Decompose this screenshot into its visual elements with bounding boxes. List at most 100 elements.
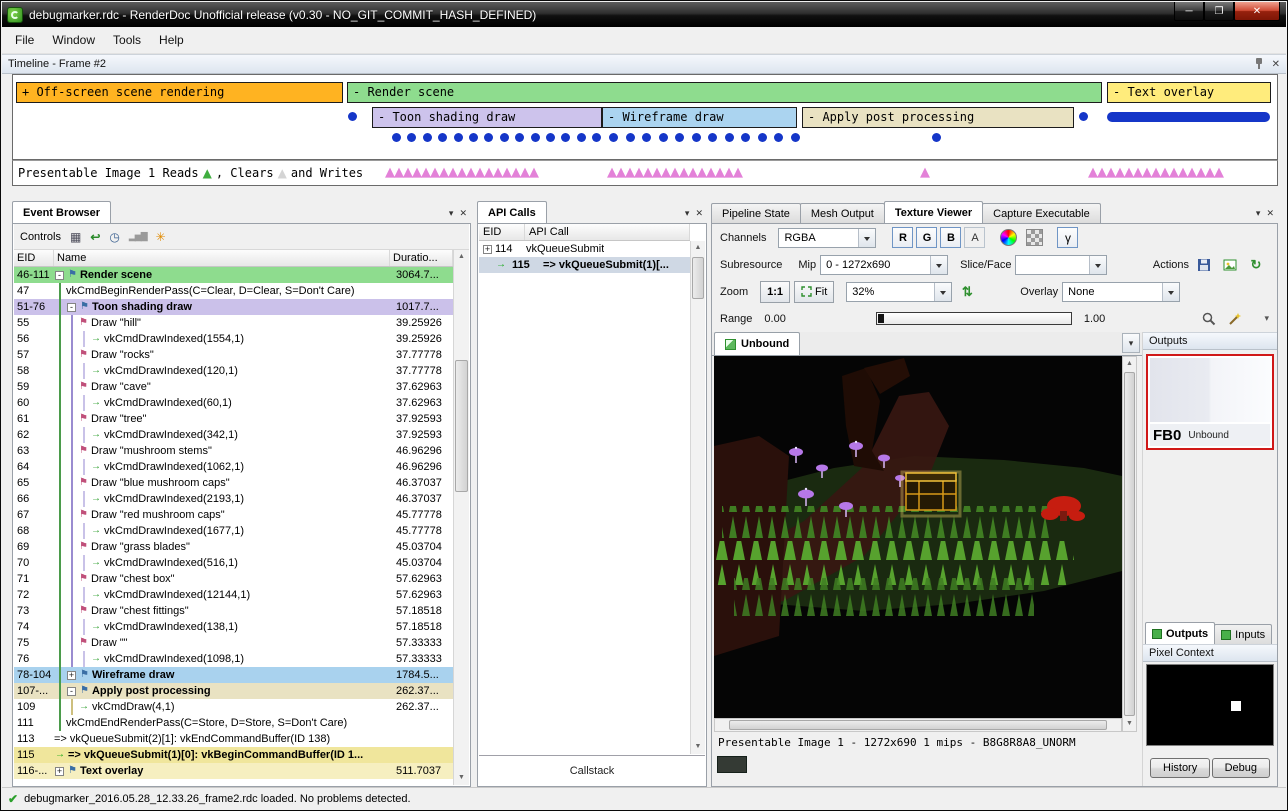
texture-tab-unbound[interactable]: Unbound — [714, 332, 800, 355]
column-eid[interactable]: EID — [479, 224, 525, 240]
channel-r-button[interactable]: R — [892, 227, 913, 248]
event-dot[interactable] — [577, 133, 586, 142]
output-thumbnail-fb0[interactable]: FB0 Unbound — [1146, 354, 1274, 450]
tab-outputs[interactable]: Outputs — [1145, 622, 1215, 644]
event-dot[interactable] — [741, 133, 750, 142]
panel-menu-chevron-icon[interactable]: ▾ — [449, 208, 454, 219]
bookmark-icon[interactable]: ✳ — [156, 230, 166, 244]
scroll-thumb[interactable] — [1124, 372, 1135, 716]
menu-item-help[interactable]: Help — [150, 29, 193, 51]
tab-inputs[interactable]: Inputs — [1214, 624, 1272, 644]
duration-stats-icon[interactable]: ▂▅▇ — [129, 231, 147, 242]
pixel-context-canvas[interactable] — [1146, 664, 1274, 746]
columns-icon[interactable]: ▦ — [70, 230, 81, 244]
debug-button[interactable]: Debug — [1212, 758, 1270, 778]
event-dot[interactable] — [454, 133, 463, 142]
mip-dropdown[interactable]: 0 - 1272x690 — [820, 255, 948, 275]
event-dot[interactable] — [1079, 112, 1088, 121]
table-row[interactable]: +114vkQueueSubmit — [479, 241, 690, 257]
table-row[interactable]: 57⚑Draw "rocks"37.77778 — [14, 347, 453, 363]
column-duration[interactable]: Duratio... — [390, 250, 453, 266]
table-row[interactable]: 73⚑Draw "chest fittings"57.18518 — [14, 603, 453, 619]
scroll-up-icon[interactable]: ▲ — [454, 250, 469, 264]
table-row[interactable]: 78-104+⚑Wireframe draw1784.5... — [14, 667, 453, 683]
event-dot[interactable] — [469, 133, 478, 142]
scroll-down-icon[interactable]: ▼ — [1123, 717, 1136, 731]
scroll-thumb[interactable] — [692, 257, 704, 299]
event-table-header[interactable]: EID Name Duratio... — [14, 250, 453, 267]
range-slider[interactable] — [876, 312, 1072, 325]
zoom-percent-combo[interactable]: 32% — [846, 282, 952, 302]
event-dot[interactable] — [642, 133, 651, 142]
timeline-block-render-scene[interactable]: - Render scene — [347, 82, 1102, 103]
panel-close-icon[interactable]: ✕ — [695, 208, 703, 219]
titlebar[interactable]: debugmarker.rdc - RenderDoc Unofficial r… — [2, 2, 1286, 27]
event-dot[interactable] — [692, 133, 701, 142]
table-row[interactable]: 111vkCmdEndRenderPass(C=Store, D=Store, … — [14, 715, 453, 731]
table-row[interactable]: 61⚑Draw "tree"37.92593 — [14, 411, 453, 427]
event-dot[interactable] — [348, 112, 357, 121]
tab-event-browser[interactable]: Event Browser — [12, 201, 111, 223]
tree-toggle-icon[interactable]: + — [55, 767, 64, 776]
table-row[interactable]: 72→vkCmdDrawIndexed(12144,1)57.62963 — [14, 587, 453, 603]
tab-api-calls[interactable]: API Calls — [477, 201, 547, 223]
slice-face-dropdown[interactable] — [1015, 255, 1107, 275]
channel-b-button[interactable]: B — [940, 227, 961, 248]
event-dot[interactable] — [484, 133, 493, 142]
timeline-block-wireframe[interactable]: - Wireframe draw — [602, 107, 797, 128]
event-browser-scrollbar[interactable]: ▲ ▼ — [453, 250, 469, 785]
channel-g-button[interactable]: G — [916, 227, 937, 248]
table-row[interactable]: 74→vkCmdDrawIndexed(138,1)57.18518 — [14, 619, 453, 635]
column-name[interactable]: Name — [54, 250, 390, 266]
channels-dropdown[interactable]: RGBA — [778, 228, 876, 248]
tree-toggle-icon[interactable]: + — [483, 245, 492, 254]
table-row[interactable]: →115=> vkQueueSubmit(1)[... — [479, 257, 690, 273]
pin-icon[interactable] — [1254, 58, 1264, 70]
table-row[interactable]: 115→=> vkQueueSubmit(1)[0]: vkBeginComma… — [14, 747, 453, 763]
table-row[interactable]: 63⚑Draw "mushroom stems"46.96296 — [14, 443, 453, 459]
table-row[interactable]: 46-111-⚑Render scene3064.7... — [14, 267, 453, 283]
table-row[interactable]: 65⚑Draw "blue mushroom caps"46.37037 — [14, 475, 453, 491]
event-dot[interactable] — [708, 133, 717, 142]
table-row[interactable]: 64→vkCmdDrawIndexed(1062,1)46.96296 — [14, 459, 453, 475]
channel-a-button[interactable]: A — [964, 227, 985, 248]
column-eid[interactable]: EID — [14, 250, 54, 266]
maximize-button[interactable]: ❐ — [1204, 2, 1234, 21]
event-dot[interactable] — [774, 133, 783, 142]
menu-item-file[interactable]: File — [6, 29, 43, 51]
gamma-button[interactable]: γ — [1057, 227, 1078, 248]
open-texture-list-button[interactable] — [1219, 254, 1241, 276]
texture-horizontal-scrollbar[interactable] — [714, 718, 1122, 732]
timeline-block-offscreen[interactable]: + Off-screen scene rendering — [16, 82, 343, 103]
event-dot[interactable] — [561, 133, 570, 142]
tree-toggle-icon[interactable]: + — [67, 671, 76, 680]
scroll-down-icon[interactable]: ▼ — [691, 740, 705, 754]
scroll-up-icon[interactable]: ▲ — [691, 241, 705, 255]
alpha-background-icon[interactable] — [1023, 227, 1045, 249]
menu-item-window[interactable]: Window — [43, 29, 104, 51]
timeline-block-post-processing[interactable]: - Apply post processing — [802, 107, 1074, 128]
table-row[interactable]: 67⚑Draw "red mushroom caps"45.77778 — [14, 507, 453, 523]
timeline-close-icon[interactable]: ✕ — [1272, 59, 1280, 70]
event-dot[interactable] — [592, 133, 601, 142]
panel-menu-chevron-icon[interactable]: ▾ — [1256, 208, 1261, 219]
zoom-fit-button[interactable]: Fit — [794, 281, 834, 303]
overflow-chevron-icon[interactable]: ▾ — [1264, 313, 1269, 324]
event-dot[interactable] — [500, 133, 509, 142]
flip-y-button[interactable]: ⇅ — [956, 281, 978, 303]
table-row[interactable]: 109→vkCmdDraw(4,1)262.37... — [14, 699, 453, 715]
table-row[interactable]: 62→vkCmdDrawIndexed(342,1)37.92593 — [14, 427, 453, 443]
event-dot[interactable] — [438, 133, 447, 142]
event-dot[interactable] — [531, 133, 540, 142]
panel-close-icon[interactable]: ✕ — [1266, 208, 1274, 219]
tab-mesh-output[interactable]: Mesh Output — [800, 203, 885, 223]
minimize-button[interactable]: ─ — [1174, 2, 1204, 21]
table-row[interactable]: 76→vkCmdDrawIndexed(1098,1)57.33333 — [14, 651, 453, 667]
event-dot[interactable] — [675, 133, 684, 142]
event-dot[interactable] — [758, 133, 767, 142]
table-row[interactable]: 51-76-⚑Toon shading draw1017.7... — [14, 299, 453, 315]
callstack-section[interactable]: Callstack — [479, 755, 705, 785]
panel-close-icon[interactable]: ✕ — [459, 208, 467, 219]
tree-toggle-icon[interactable]: - — [67, 303, 76, 312]
custom-shader-icon[interactable] — [997, 227, 1019, 249]
